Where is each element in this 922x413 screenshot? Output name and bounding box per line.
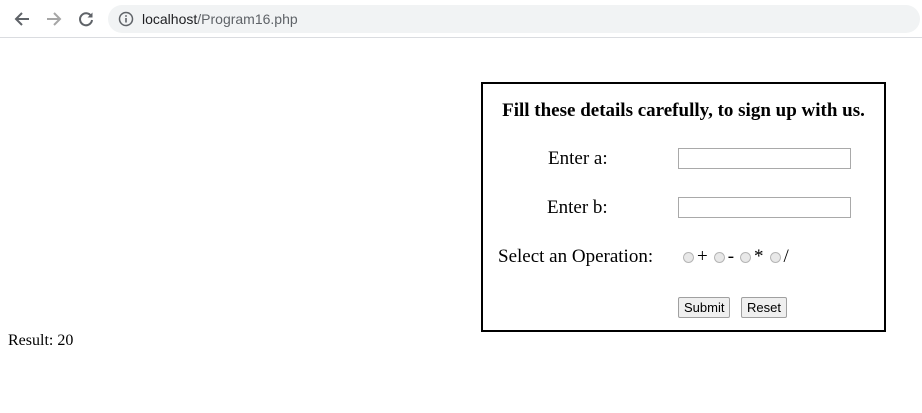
back-button[interactable]	[10, 7, 34, 31]
label-b: Enter b:	[547, 197, 608, 218]
label-a: Enter a:	[548, 148, 608, 169]
url-path: /Program16.php	[197, 11, 298, 27]
radio-add[interactable]	[683, 251, 694, 263]
operation-option-add[interactable]: +	[683, 247, 708, 267]
arrow-right-icon	[47, 12, 62, 26]
forward-button[interactable]	[42, 7, 66, 31]
arrow-left-icon	[14, 12, 29, 26]
reload-button[interactable]	[74, 7, 98, 31]
operation-label: Select an Operation:	[498, 246, 654, 267]
operation-option-multiply[interactable]: *	[740, 247, 764, 267]
operation-option-subtract[interactable]: -	[713, 246, 735, 267]
submit-button[interactable]: Submit	[678, 297, 731, 318]
radio-multiply[interactable]	[740, 251, 752, 263]
reload-icon	[79, 12, 93, 27]
radio-divide[interactable]	[769, 251, 781, 263]
input-b[interactable]	[678, 197, 851, 218]
reset-button[interactable]: Reset	[741, 297, 787, 318]
address-bar[interactable]: localhost/Program16.php	[108, 5, 920, 33]
input-a[interactable]	[678, 148, 851, 169]
operation-multiply-label: *	[754, 246, 764, 267]
browser-toolbar: localhost/Program16.php	[0, 0, 922, 38]
operation-divide-label: /	[783, 246, 789, 267]
operation-add-label: +	[697, 246, 708, 267]
info-icon[interactable]	[118, 11, 134, 27]
url-host: localhost	[142, 11, 198, 27]
operation-radio-group: + - * /	[683, 247, 795, 267]
operation-option-divide[interactable]: /	[769, 246, 789, 267]
url-text[interactable]: localhost/Program16.php	[142, 11, 298, 27]
result-text: Result: 20	[8, 332, 74, 349]
signup-form: Fill these details carefully, to sign up…	[481, 82, 886, 332]
operation-subtract-label: -	[727, 246, 735, 267]
form-heading: Fill these details carefully, to sign up…	[502, 100, 865, 121]
radio-subtract[interactable]	[713, 251, 725, 263]
